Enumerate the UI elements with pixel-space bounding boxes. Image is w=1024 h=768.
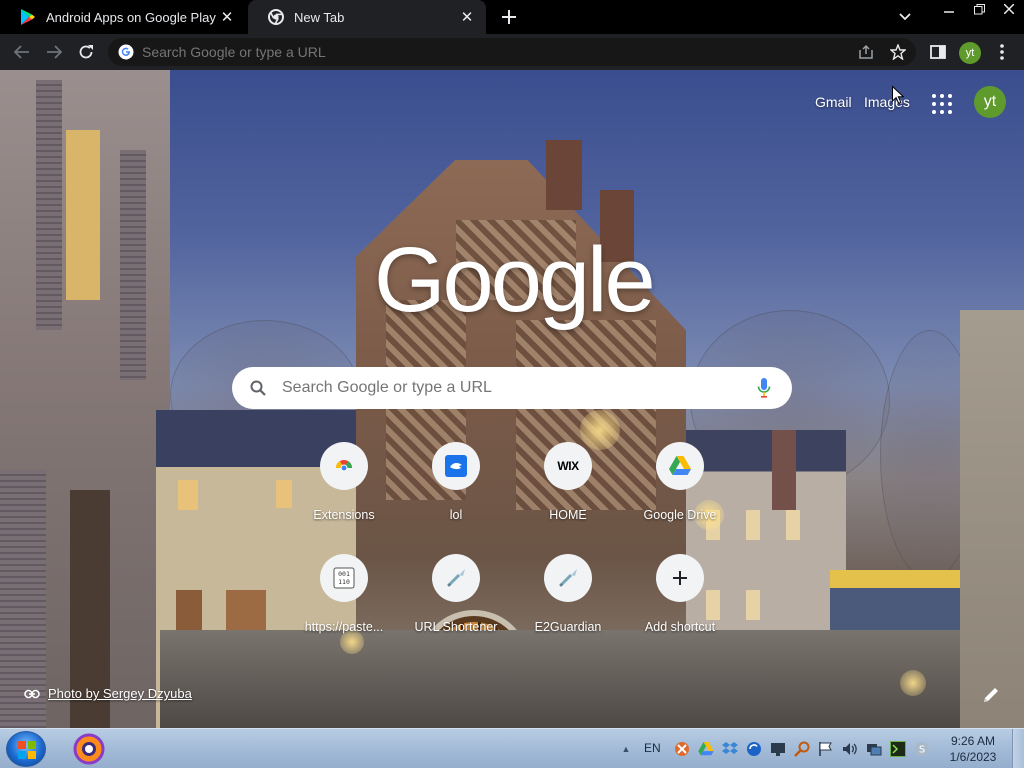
- svg-text:S: S: [918, 744, 924, 755]
- wix-icon: WIX: [544, 442, 592, 490]
- pencil-icon[interactable]: [982, 686, 1000, 704]
- shortcut-label: URL Shortener: [414, 620, 498, 634]
- language-indicator[interactable]: EN: [644, 741, 661, 755]
- tab-search-icon[interactable]: [895, 8, 915, 26]
- system-tray: S: [672, 739, 931, 758]
- side-panel-icon[interactable]: [928, 42, 948, 62]
- tray-volume-icon[interactable]: [840, 739, 859, 758]
- tab-title: Android Apps on Google Play: [46, 9, 216, 25]
- tray-skype-icon[interactable]: S: [912, 739, 931, 758]
- tray-magnifier-icon[interactable]: [792, 739, 811, 758]
- svg-text:110: 110: [338, 578, 350, 586]
- tray-overflow-icon[interactable]: ▲: [620, 733, 632, 765]
- close-tab-icon[interactable]: ✕: [218, 8, 236, 26]
- photo-attribution[interactable]: Photo by Sergey Dzyuba: [24, 686, 192, 701]
- close-tab-icon[interactable]: ✕: [458, 8, 476, 26]
- address-input[interactable]: [142, 44, 822, 60]
- taskbar-browser-icon: [73, 733, 105, 765]
- e2guardian-icon: [544, 554, 592, 602]
- mouse-cursor-icon: [892, 86, 904, 104]
- tray-terminal-icon[interactable]: [888, 739, 907, 758]
- extensions-icon: [320, 442, 368, 490]
- shortcut-e2guardian[interactable]: E2Guardian: [512, 554, 624, 666]
- background-building-left: [0, 70, 170, 728]
- tray-monitor-icon[interactable]: [768, 739, 787, 758]
- background-building-far-right: [960, 310, 1024, 728]
- plus-icon: [656, 554, 704, 602]
- taskbar-chrome-app[interactable]: [72, 733, 106, 765]
- close-window-icon[interactable]: [994, 0, 1024, 18]
- tray-drive-icon[interactable]: [696, 739, 715, 758]
- shortcut-label: Google Drive: [643, 508, 717, 522]
- paste-icon: 001 110: [320, 554, 368, 602]
- attribution-link[interactable]: Photo by Sergey Dzyuba: [48, 686, 192, 701]
- system-clock[interactable]: 9:26 AM 1/6/2023: [942, 733, 1004, 765]
- google-play-icon: [20, 9, 36, 25]
- url-shortener-icon: [432, 554, 480, 602]
- google-g-icon: [118, 44, 134, 60]
- shortcut-label: Add shortcut: [644, 620, 716, 634]
- kebab-menu-icon[interactable]: [993, 42, 1011, 62]
- wix-icon-text: WIX: [557, 459, 579, 473]
- tray-tool-icon[interactable]: [672, 739, 691, 758]
- account-avatar[interactable]: yt: [974, 86, 1006, 118]
- google-apps-icon[interactable]: [932, 94, 952, 114]
- tab-google-play[interactable]: Android Apps on Google Play ✕: [0, 0, 246, 34]
- new-tab-page: Gmail Images yt Google Extensions lol WI…: [0, 70, 1024, 728]
- back-arrow-icon[interactable]: [10, 40, 34, 64]
- address-bar[interactable]: [108, 38, 916, 66]
- shortcut-label: HOME: [549, 508, 587, 522]
- ntp-search-input[interactable]: [282, 379, 742, 397]
- shortcut-add[interactable]: Add shortcut: [624, 554, 736, 666]
- shortcut-extensions[interactable]: Extensions: [288, 442, 400, 554]
- ntp-search-box[interactable]: [232, 367, 792, 409]
- share-icon[interactable]: [856, 42, 876, 62]
- shortcut-home[interactable]: WIX HOME: [512, 442, 624, 554]
- chrome-icon: [268, 9, 284, 25]
- shortcut-label: E2Guardian: [534, 620, 602, 634]
- tab-title: New Tab: [294, 9, 345, 25]
- google-logo: Google: [374, 229, 656, 331]
- bookmark-star-icon[interactable]: [888, 42, 908, 62]
- start-button[interactable]: [6, 731, 46, 767]
- svg-text:001: 001: [338, 570, 350, 578]
- shortcut-label: lol: [449, 508, 463, 522]
- search-icon: [250, 380, 266, 396]
- shortcut-lol[interactable]: lol: [400, 442, 512, 554]
- shortcut-url-shortener[interactable]: URL Shortener: [400, 554, 512, 666]
- tray-network-icon[interactable]: [864, 739, 883, 758]
- link-icon: [24, 689, 40, 698]
- restore-icon[interactable]: [964, 0, 994, 18]
- tab-new-tab[interactable]: New Tab ✕: [248, 0, 486, 34]
- show-desktop-button[interactable]: [1012, 729, 1024, 768]
- reload-icon[interactable]: [74, 40, 98, 64]
- shortcut-label: https://paste...: [304, 620, 384, 634]
- windows-taskbar: ▲ EN S 9:26 AM 1/6/2023: [0, 728, 1024, 768]
- forward-arrow-icon[interactable]: [42, 40, 66, 64]
- gmail-link[interactable]: Gmail: [815, 94, 852, 110]
- lol-icon: [432, 442, 480, 490]
- shortcut-google-drive[interactable]: Google Drive: [624, 442, 736, 554]
- window-controls: [934, 0, 1024, 20]
- shortcut-paste[interactable]: 001 110 https://paste...: [288, 554, 400, 666]
- tray-dropbox-icon[interactable]: [720, 739, 739, 758]
- tray-flag-icon[interactable]: [816, 739, 835, 758]
- microphone-icon[interactable]: [756, 378, 772, 398]
- tab-strip: Android Apps on Google Play ✕ New Tab ✕: [0, 0, 1024, 34]
- profile-avatar[interactable]: yt: [959, 42, 981, 64]
- browser-toolbar: yt: [0, 34, 1024, 70]
- clock-date: 1/6/2023: [949, 750, 997, 764]
- new-tab-button[interactable]: [498, 6, 520, 28]
- shortcut-label: Extensions: [313, 508, 375, 522]
- minimize-icon[interactable]: [934, 0, 964, 18]
- google-drive-icon: [656, 442, 704, 490]
- clock-time: 9:26 AM: [950, 734, 996, 748]
- windows-logo-icon: [18, 741, 36, 759]
- tray-sync-icon[interactable]: [744, 739, 763, 758]
